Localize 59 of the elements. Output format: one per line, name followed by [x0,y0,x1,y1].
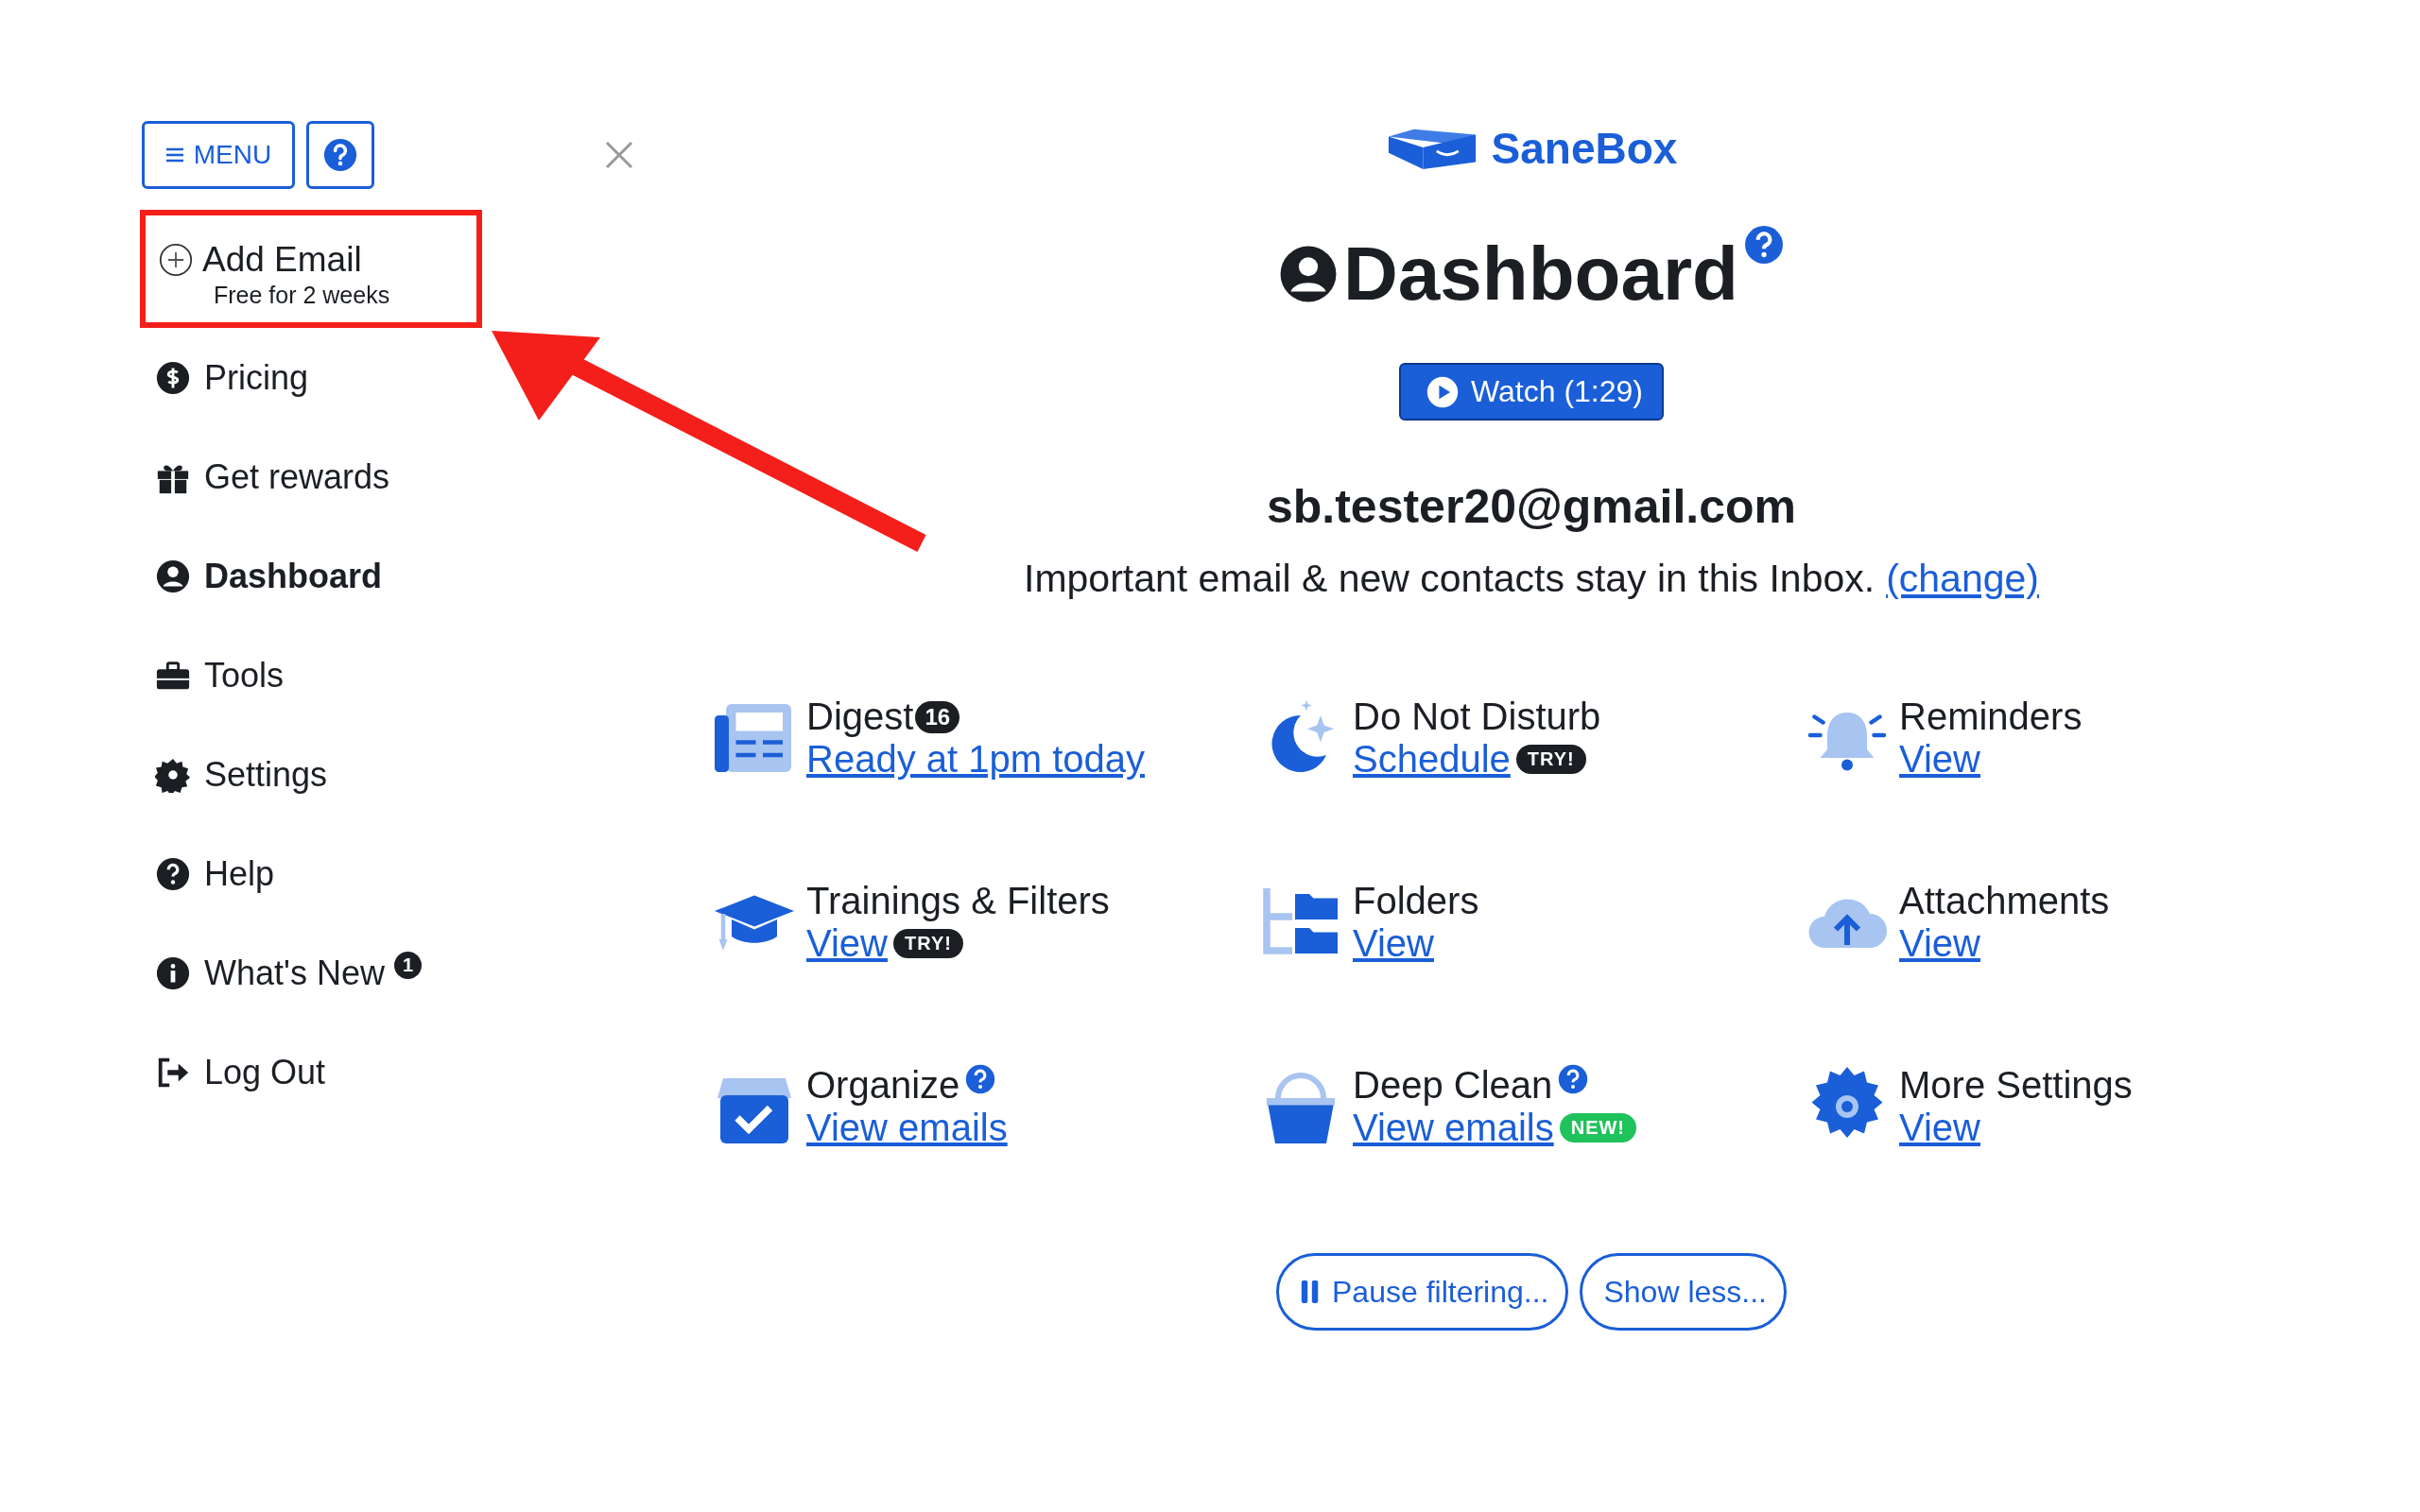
try-badge: TRY! [1515,745,1586,774]
play-icon [1426,374,1460,409]
count-badge: 1 [393,952,423,979]
sidebar-item[interactable]: Help [155,824,275,923]
help-button[interactable] [306,121,374,189]
new-badge: NEW! [1559,1113,1636,1143]
sidebar-item[interactable]: What's New 1 [155,923,423,1022]
tile-title: More Settings [1899,1064,2133,1107]
help-icon[interactable] [965,1064,996,1094]
try-badge: TRY! [893,929,963,958]
tile-link[interactable]: Ready at 1pm today [806,738,1145,781]
tile-title: Do Not Disturb [1353,696,1601,738]
sidebar-item[interactable]: Pricing [155,328,309,427]
tile-link[interactable]: View emails [806,1107,1008,1149]
user-icon [1279,245,1339,303]
change-link[interactable]: (change) [1886,557,2039,601]
help-icon[interactable] [1558,1064,1589,1094]
tile-title: Organize [806,1064,960,1107]
help-icon [155,855,191,892]
tile-link[interactable]: View [1899,738,1980,781]
menu-icon [164,147,184,163]
tile-title: Folders [1353,880,1479,922]
tile-link[interactable]: View [1899,922,1980,965]
add-email-label: Add Email [202,240,362,280]
user-icon [155,558,191,594]
add-email-item[interactable]: Add Email Free for 2 weeks [140,210,482,328]
dollar-icon [155,359,191,396]
sidebar-item[interactable]: Get rewards [155,427,390,526]
sidebar-item[interactable]: Dashboard [155,526,383,626]
help-icon[interactable] [1743,225,1784,265]
tile-link[interactable]: View emails [1353,1107,1554,1149]
sidebar-item[interactable]: Tools [155,626,285,725]
close-icon[interactable] [605,141,633,169]
help-icon [323,138,357,172]
account-email: sb.tester20@gmail.com [1266,479,1797,534]
description: Important email & new contacts stay in this Inbox. [1024,557,1876,601]
tile-link[interactable]: Schedule [1353,738,1511,781]
settings-icon [155,756,191,793]
sidebar-item[interactable]: Settings [155,725,328,824]
page-title: Dashboard [1343,231,1738,318]
count-badge: 16 [915,701,960,733]
brand-name: SaneBox [1491,123,1678,174]
add-icon [159,243,193,277]
pause-button[interactable]: Pause filtering... [1276,1253,1569,1331]
tile-link[interactable]: View [1899,1107,1980,1149]
tile-title: Reminders [1899,696,2083,738]
add-email-note: Free for 2 weeks [214,282,391,309]
tile-link[interactable]: View [1353,922,1434,965]
tile-title: Trainings & Filters [806,880,1110,922]
show-less-button[interactable]: Show less... [1580,1253,1787,1331]
tile-title: Deep Clean [1353,1064,1553,1107]
tile-link[interactable]: View [806,922,888,965]
info-icon [155,954,191,991]
tile-title: Attachments [1899,880,2110,922]
pause-icon [1300,1278,1321,1306]
tile-title: Digest [806,696,914,738]
watch-button[interactable]: Watch (1:29) [1399,363,1664,421]
menu-button[interactable]: MENU [142,121,295,189]
sidebar-item[interactable]: Log Out [155,1022,326,1122]
